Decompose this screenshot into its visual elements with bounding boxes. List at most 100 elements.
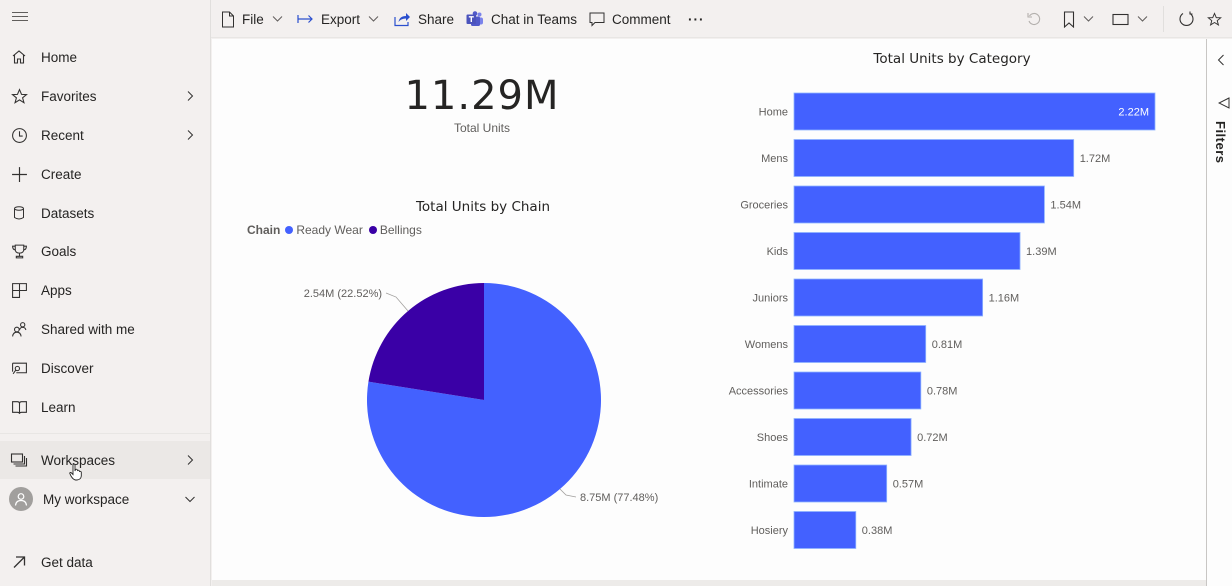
sidebar-item-datasets[interactable]: Datasets — [0, 194, 210, 232]
legend-title: Chain — [247, 223, 281, 237]
legend-item-ready-wear[interactable]: Ready Wear — [285, 223, 363, 237]
share-label: Share — [418, 11, 455, 27]
export-label: Export — [321, 11, 361, 27]
pie-chart: 8.75M (77.48%) 2.54M (22.52%) — [304, 283, 658, 517]
report-canvas: 11.29M Total Units Total Units by Chain … — [212, 39, 1206, 580]
workspaces-icon — [10, 451, 28, 469]
sidebar-item-learn[interactable]: Learn — [0, 388, 210, 426]
legend-label: Bellings — [379, 223, 422, 237]
bar-shoes[interactable] — [793, 418, 912, 456]
legend-item-bellings[interactable]: Bellings — [368, 223, 422, 237]
sidebar-item-label: Create — [41, 166, 82, 182]
bar-juniors[interactable] — [793, 278, 984, 317]
chevron-right-icon — [187, 130, 194, 140]
export-icon — [297, 15, 313, 23]
teams-icon — [466, 11, 483, 26]
pie-slice-bellings[interactable] — [368, 283, 484, 400]
hamburger-icon[interactable] — [12, 10, 32, 28]
share-icon — [394, 13, 410, 27]
view-icon — [1112, 13, 1129, 25]
bar-category-label: Kids — [767, 246, 789, 258]
sidebar-item-label: Get data — [41, 554, 93, 570]
refresh-icon — [1179, 11, 1194, 26]
pie-chart-title: Total Units by Chain — [415, 199, 551, 215]
bar-data-label: 0.78M — [927, 386, 958, 398]
bar-data-label: 1.39M — [1026, 246, 1057, 258]
reset-button[interactable] — [1026, 0, 1042, 38]
sidebar-item-recent[interactable]: Recent — [0, 116, 210, 154]
bar-hosiery[interactable] — [793, 511, 857, 549]
bookmark-icon — [1063, 10, 1075, 28]
chevron-down-icon — [368, 16, 379, 22]
discover-icon — [10, 359, 28, 377]
bar-category-label: Hosiery — [751, 525, 789, 537]
share-button[interactable]: Share — [394, 0, 454, 38]
favorite-button[interactable] — [1207, 0, 1222, 38]
sidebar-item-label: Discover — [41, 360, 94, 376]
bar-groceries[interactable] — [793, 185, 1045, 224]
bar-womens[interactable] — [793, 325, 927, 363]
bar-data-label: 1.16M — [989, 293, 1020, 305]
toolbar-divider — [1163, 6, 1164, 32]
database-icon — [10, 204, 28, 222]
chat-in-teams-button[interactable]: Chat in Teams — [466, 0, 577, 38]
sidebar-item-discover[interactable]: Discover — [0, 349, 210, 387]
trophy-icon — [10, 242, 28, 260]
comment-button[interactable]: Comment — [589, 0, 671, 38]
sidebar-item-label: Apps — [41, 282, 72, 298]
export-menu-button[interactable]: Export — [297, 0, 379, 38]
sidebar-item-label: Recent — [41, 127, 84, 143]
sidebar-item-workspaces[interactable]: Workspaces — [0, 441, 210, 481]
more-options-icon: ··· — [688, 11, 705, 27]
plus-icon — [10, 165, 28, 183]
sidebar-item-goals[interactable]: Goals — [0, 232, 210, 270]
sidebar-item-shared-with-me[interactable]: Shared with me — [0, 310, 210, 348]
filters-label: Filters — [1213, 121, 1228, 164]
sidebar-item-label: Learn — [41, 399, 76, 415]
sidebar-item-label: Goals — [41, 243, 77, 259]
sidebar-item-label: My workspace — [43, 491, 130, 507]
bar-data-label: 2.22M — [1118, 107, 1149, 119]
sidebar-item-favorites[interactable]: Favorites — [0, 77, 210, 115]
bookmarks-button[interactable] — [1063, 0, 1094, 38]
sidebar-item-my-workspace[interactable]: My workspace — [0, 480, 210, 518]
filter-icon — [1218, 97, 1230, 109]
pie-data-label: 2.54M (22.52%) — [304, 288, 382, 300]
bar-category-label: Mens — [761, 153, 788, 165]
bar-home[interactable] — [793, 92, 1156, 131]
file-menu-button[interactable]: File — [221, 0, 283, 38]
kpi-label: Total Units — [453, 121, 511, 135]
legend-dot — [285, 226, 294, 234]
file-icon — [222, 11, 234, 27]
bar-category-label: Groceries — [740, 200, 788, 212]
sidebar-item-label: Shared with me — [41, 321, 135, 337]
bar-accessories[interactable] — [793, 371, 922, 410]
avatar-icon — [9, 487, 33, 511]
bar-data-label: 0.38M — [862, 525, 893, 537]
kpi-value: 11.29M — [404, 73, 560, 119]
collapse-chevron-icon[interactable] — [1217, 54, 1225, 66]
bar-category-label: Intimate — [749, 479, 788, 491]
sidebar-item-get-data[interactable]: Get data — [0, 543, 210, 581]
chevron-down-icon — [1137, 16, 1148, 22]
legend-dot — [368, 226, 377, 234]
bar-data-label: 1.72M — [1080, 153, 1111, 165]
chevron-down-icon — [1083, 16, 1094, 22]
bar-chart-title: Total Units by Category — [873, 51, 1031, 67]
sidebar-divider — [0, 433, 210, 434]
bar-kids[interactable] — [793, 232, 1021, 270]
sidebar-item-home[interactable]: Home — [0, 38, 210, 76]
sidebar-item-create[interactable]: Create — [0, 155, 210, 193]
pie-leader-line — [385, 292, 409, 312]
refresh-button[interactable] — [1178, 0, 1195, 38]
arrow-up-right-icon — [10, 553, 28, 571]
bar-intimate[interactable] — [793, 464, 888, 503]
view-button[interactable] — [1112, 0, 1148, 38]
left-nav-pane: Home Favorites Recent Create Datasets Go… — [0, 0, 211, 586]
filters-pane[interactable]: Filters — [1206, 39, 1232, 586]
legend-label: Ready Wear — [296, 223, 363, 237]
bar-mens[interactable] — [793, 139, 1075, 177]
more-options-button[interactable]: ··· — [688, 0, 705, 38]
bar-category-label: Shoes — [757, 432, 789, 444]
sidebar-item-apps[interactable]: Apps — [0, 271, 210, 309]
